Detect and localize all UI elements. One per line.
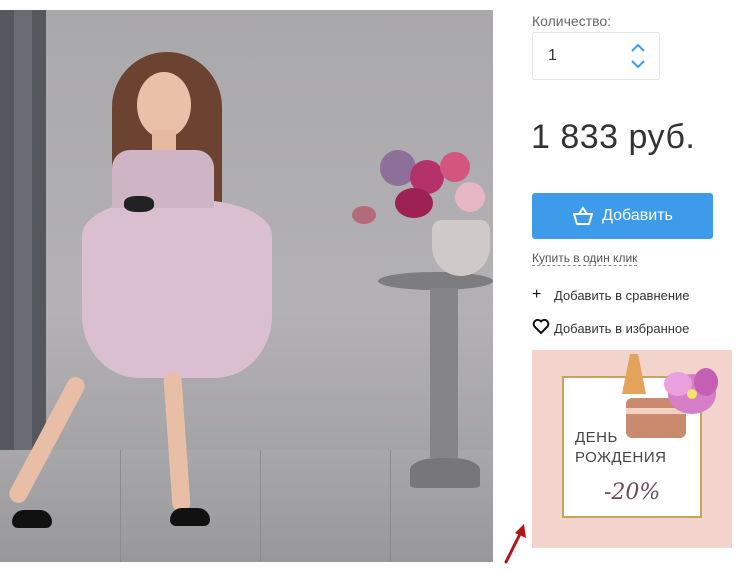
add-to-compare-link[interactable]: + Добавить в сравнение — [532, 286, 690, 304]
photo-floor-plank — [390, 450, 391, 562]
add-to-cart-label: Добавить — [602, 207, 673, 224]
photo-shoe — [12, 510, 52, 528]
quantity-value[interactable]: 1 — [548, 47, 557, 65]
banner-title-line1: ДЕНЬ — [575, 429, 618, 446]
photo-stand-base — [410, 458, 480, 488]
add-to-favorites-label: Добавить в избранное — [554, 321, 690, 336]
heart-icon — [532, 318, 554, 339]
basket-icon — [573, 206, 594, 225]
quantity-label: Количество: — [532, 13, 612, 29]
photo-wall-molding-inner — [14, 10, 32, 460]
photo-flower — [440, 152, 470, 182]
birthday-promo-banner[interactable]: ДЕНЬ РОЖДЕНИЯ -20% — [532, 350, 732, 548]
product-price: 1 833 руб. — [531, 118, 696, 156]
chevron-up-icon[interactable] — [629, 41, 647, 55]
buy-one-click-link[interactable]: Купить в один клик — [532, 251, 638, 266]
photo-floor-plank — [120, 450, 121, 562]
product-photo[interactable] — [0, 10, 493, 562]
photo-flower — [395, 188, 433, 218]
banner-title: ДЕНЬ РОЖДЕНИЯ — [575, 428, 666, 468]
photo-vase — [432, 220, 490, 276]
annotation-arrow-icon — [504, 524, 526, 564]
quantity-stepper[interactable]: 1 — [532, 32, 660, 80]
photo-stand-column — [430, 288, 458, 458]
photo-shoe — [170, 508, 210, 526]
photo-girl-face — [137, 72, 191, 138]
chevron-down-icon[interactable] — [629, 57, 647, 71]
photo-dress-bow — [124, 196, 154, 212]
add-to-cart-button[interactable]: Добавить — [532, 193, 713, 239]
photo-dress-skirt — [82, 200, 272, 378]
add-to-favorites-link[interactable]: Добавить в избранное — [532, 318, 689, 339]
plus-icon: + — [532, 286, 542, 303]
add-to-compare-label: Добавить в сравнение — [554, 287, 690, 303]
photo-floor-plank — [260, 450, 261, 562]
photo-flower — [352, 206, 376, 224]
photo-flower — [455, 182, 485, 212]
banner-discount: -20% — [604, 480, 661, 505]
banner-title-line2: РОЖДЕНИЯ — [575, 449, 667, 466]
